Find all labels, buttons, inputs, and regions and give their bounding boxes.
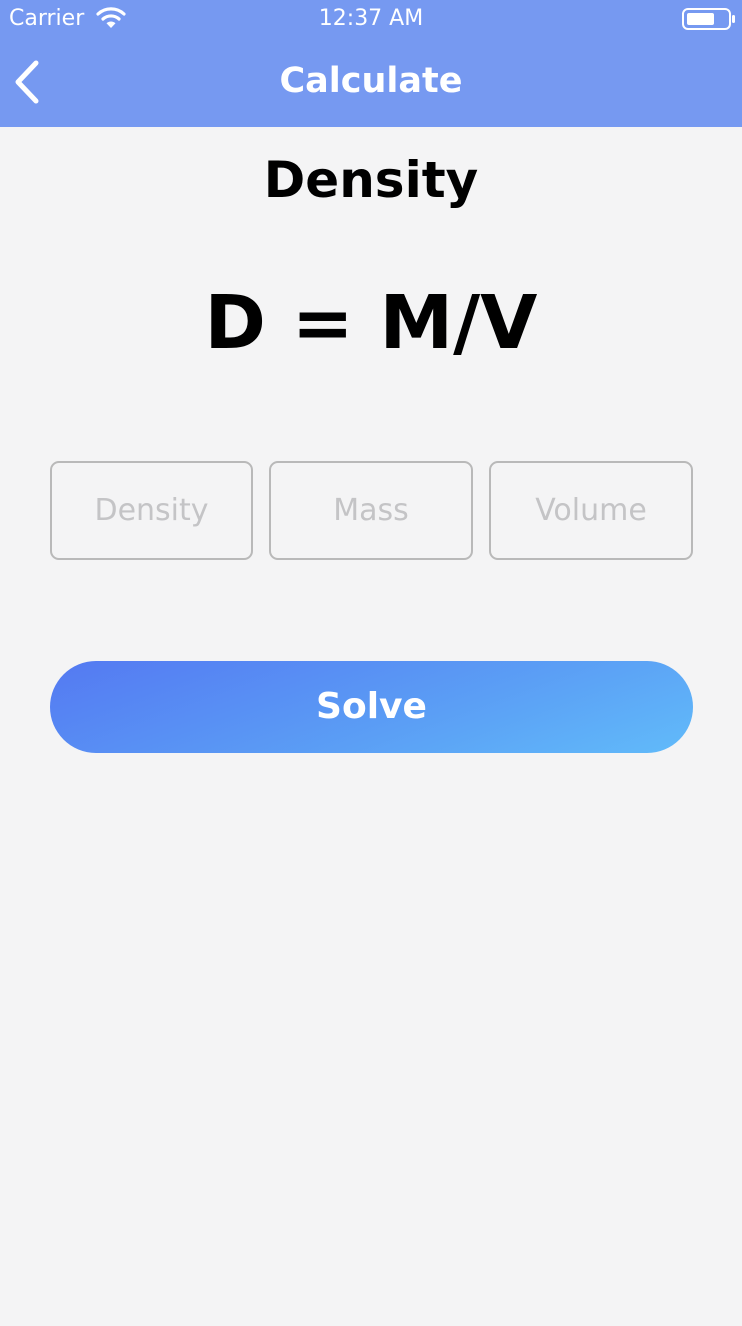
nav-title: Calculate — [279, 61, 463, 101]
page-title: Density — [263, 151, 479, 209]
battery-icon — [682, 8, 735, 30]
volume-field[interactable] — [489, 461, 693, 560]
navigation-bar: Carrier 12:37 AM Calculate — [0, 0, 742, 127]
status-time: 12:37 AM — [318, 6, 424, 31]
solve-button[interactable]: Solve — [50, 661, 693, 753]
density-field[interactable] — [50, 461, 253, 560]
formula: D = M/V — [204, 280, 538, 366]
mass-field[interactable] — [269, 461, 473, 560]
